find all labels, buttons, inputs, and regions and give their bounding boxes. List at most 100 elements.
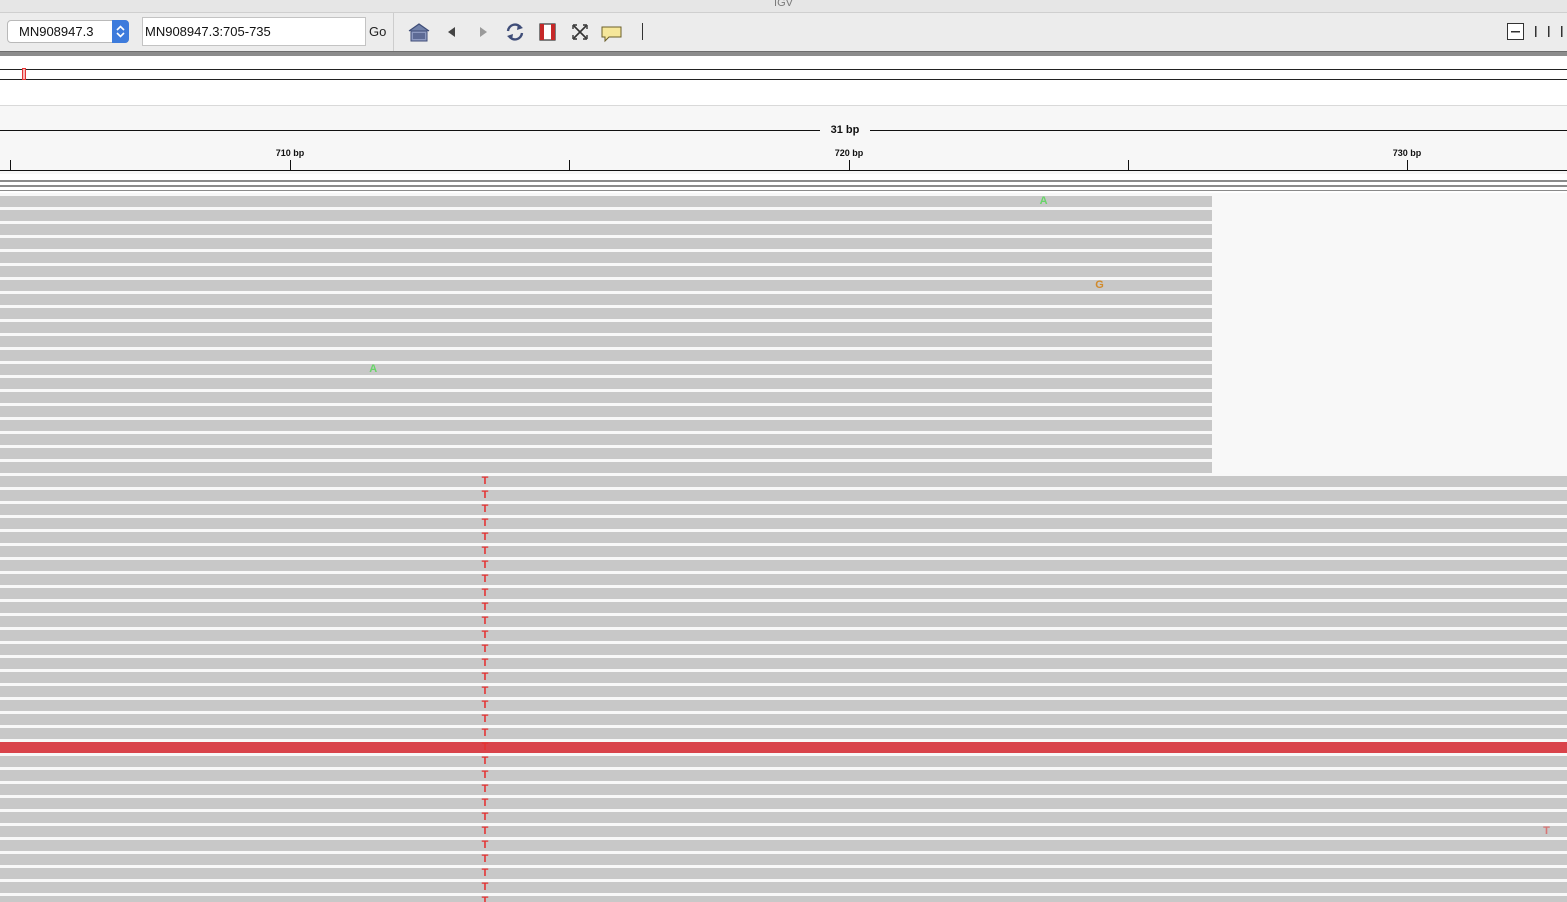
- alignment-read[interactable]: [0, 658, 1567, 669]
- alignment-read[interactable]: [0, 392, 1212, 403]
- alignment-read[interactable]: [0, 308, 1212, 319]
- alignment-read[interactable]: [0, 574, 1567, 585]
- alignment-read[interactable]: [0, 476, 1567, 487]
- alignment-read[interactable]: [0, 266, 1212, 277]
- region-of-interest-icon[interactable]: [536, 20, 560, 44]
- mismatch-base-T: T: [481, 671, 489, 683]
- span-line-right: [870, 130, 1567, 131]
- alignment-read[interactable]: [0, 784, 1567, 795]
- window-titlebar: IGV: [0, 0, 1567, 13]
- mismatch-base-T: T: [481, 769, 489, 781]
- track-separator: [0, 185, 1567, 187]
- alignment-read[interactable]: [0, 252, 1212, 263]
- resize-handle-icon[interactable]: [1532, 23, 1566, 45]
- chromosome-select[interactable]: MN908947.3: [7, 20, 129, 43]
- alignment-read[interactable]: [0, 406, 1212, 417]
- alignment-read[interactable]: [0, 602, 1567, 613]
- mismatch-base-T: T: [1543, 825, 1550, 837]
- alignment-read[interactable]: [0, 378, 1212, 389]
- alignment-read[interactable]: [0, 434, 1212, 445]
- ideogram-bottom-line: [0, 79, 1567, 80]
- mismatch-base-T: T: [481, 503, 489, 515]
- alignment-read[interactable]: [0, 210, 1212, 221]
- minimize-icon[interactable]: [1507, 23, 1524, 45]
- alignment-read[interactable]: [0, 770, 1567, 781]
- mismatch-base-T: T: [481, 727, 489, 739]
- forward-arrow-icon[interactable]: [472, 20, 496, 44]
- alignment-read[interactable]: [0, 644, 1567, 655]
- popup-info-icon[interactable]: [600, 20, 624, 44]
- alignment-read[interactable]: [0, 462, 1212, 473]
- back-arrow-icon[interactable]: [441, 20, 465, 44]
- alignment-read[interactable]: [0, 560, 1567, 571]
- ideogram-top-line: [0, 69, 1567, 70]
- alignment-read[interactable]: [0, 322, 1212, 333]
- mismatch-base-G: G: [1095, 279, 1104, 291]
- alignment-read[interactable]: [0, 686, 1567, 697]
- home-icon[interactable]: [407, 20, 431, 44]
- alignment-read[interactable]: [0, 616, 1567, 627]
- alignment-read[interactable]: [0, 882, 1567, 893]
- alignment-read[interactable]: [0, 336, 1212, 347]
- ruler-tick: [1407, 160, 1408, 170]
- alignment-read[interactable]: [0, 420, 1212, 431]
- alignment-read[interactable]: [0, 742, 1567, 753]
- mismatch-base-T: T: [481, 811, 489, 823]
- alignment-read[interactable]: [0, 630, 1567, 641]
- current-region-marker: [22, 68, 26, 80]
- ruler-tick-label: 710 bp: [275, 148, 305, 158]
- mismatch-base-T: T: [481, 573, 489, 585]
- alignment-track[interactable]: AGATTTTTTTTTTTTTTTTTTTTTTTTTTTTTTTT: [0, 193, 1567, 902]
- refresh-icon[interactable]: [503, 20, 527, 44]
- alignment-read[interactable]: [0, 518, 1567, 529]
- mismatch-base-T: T: [481, 657, 489, 669]
- alignment-read[interactable]: [0, 868, 1567, 879]
- alignment-read[interactable]: [0, 350, 1212, 361]
- alignment-read[interactable]: [0, 546, 1567, 557]
- alignment-read[interactable]: [0, 840, 1567, 851]
- alignment-read[interactable]: [0, 854, 1567, 865]
- alignment-read[interactable]: [0, 812, 1567, 823]
- track-separator: [0, 180, 1567, 182]
- alignment-read[interactable]: [0, 728, 1567, 739]
- toolbar-divider: [393, 13, 394, 51]
- mismatch-base-A: A: [369, 363, 378, 375]
- mismatch-base-T: T: [481, 825, 489, 837]
- mismatch-base-T: T: [481, 839, 489, 851]
- alignment-read[interactable]: [0, 196, 1212, 207]
- alignment-read[interactable]: [0, 224, 1212, 235]
- mismatch-base-T: T: [481, 881, 489, 893]
- alignment-read[interactable]: [0, 448, 1212, 459]
- alignment-read[interactable]: [0, 672, 1567, 683]
- text-caret: [642, 23, 643, 40]
- alignment-read[interactable]: [0, 490, 1567, 501]
- ruler-tick: [290, 160, 291, 170]
- mismatch-base-T: T: [481, 783, 489, 795]
- position-ruler[interactable]: 31 bp 710 bp 720 bp 730 bp: [0, 106, 1567, 174]
- alignment-read[interactable]: [0, 896, 1567, 902]
- alignment-read[interactable]: [0, 364, 1212, 375]
- alignment-read[interactable]: [0, 504, 1567, 515]
- span-label: 31 bp: [820, 124, 870, 136]
- mismatch-base-T: T: [481, 559, 489, 571]
- alignment-read[interactable]: [0, 238, 1212, 249]
- alignment-read[interactable]: [0, 294, 1212, 305]
- mismatch-base-T: T: [481, 643, 489, 655]
- alignment-read[interactable]: [0, 700, 1567, 711]
- fit-to-window-icon[interactable]: [568, 20, 592, 44]
- alignment-read[interactable]: [0, 588, 1567, 599]
- ruler-tick: [569, 160, 570, 170]
- locus-input[interactable]: [142, 17, 366, 46]
- chromosome-select-value: MN908947.3: [19, 24, 94, 39]
- alignment-read[interactable]: [0, 756, 1567, 767]
- mismatch-base-T: T: [481, 601, 489, 613]
- go-button[interactable]: Go: [369, 24, 386, 39]
- select-stepper-icon[interactable]: [112, 20, 129, 43]
- alignment-read[interactable]: [0, 280, 1212, 291]
- alignment-read[interactable]: [0, 714, 1567, 725]
- alignment-read[interactable]: [0, 532, 1567, 543]
- alignment-read[interactable]: [0, 798, 1567, 809]
- chromosome-ideogram[interactable]: [0, 56, 1567, 106]
- track-separator: [0, 190, 1567, 191]
- alignment-read[interactable]: [0, 826, 1567, 837]
